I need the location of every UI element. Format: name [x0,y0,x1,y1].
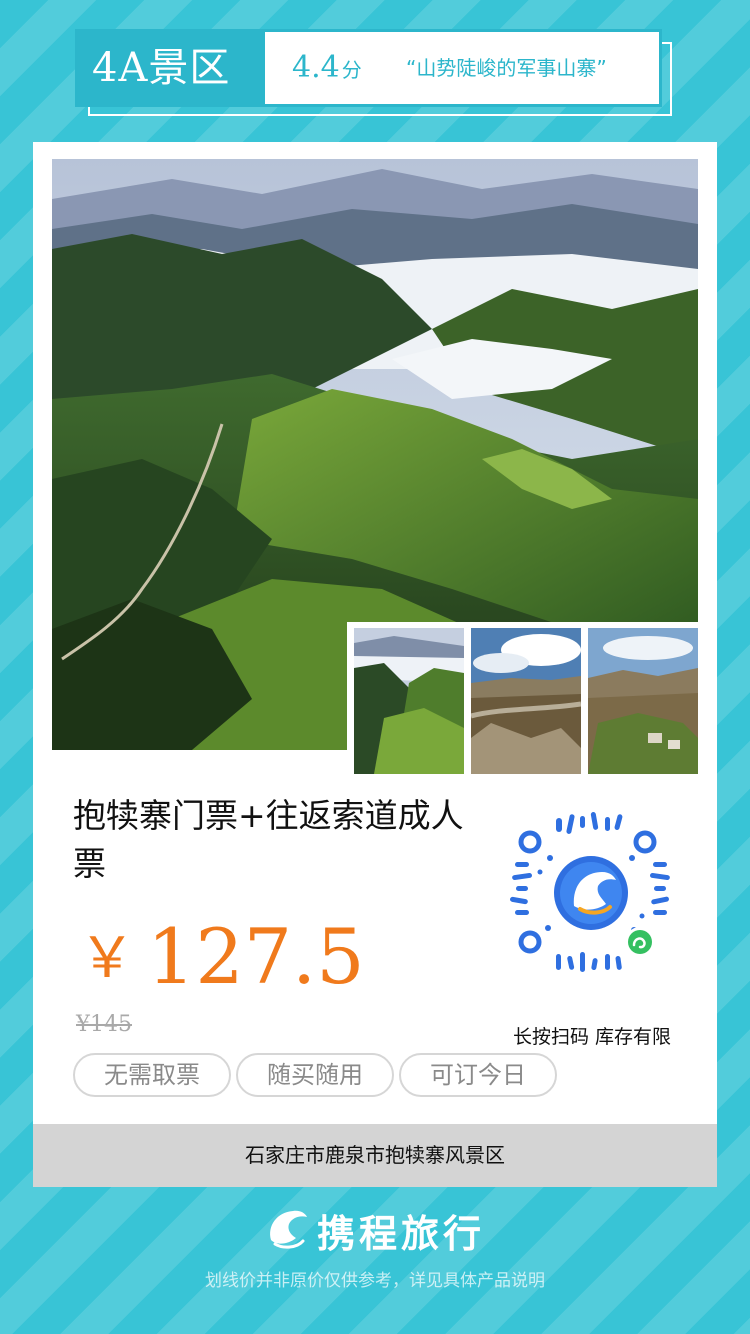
brand-footer: 携程旅行 [0,1202,750,1258]
thumbnail-village-hills[interactable] [588,628,698,774]
price-disclaimer: 划线价并非原价仅供参考，详见具体产品说明 [205,1271,545,1291]
tag-book-today: 可订今日 [399,1053,557,1097]
tag-use-immediately: 随买随用 [236,1053,394,1097]
thumbnail-mountain-cloud[interactable] [354,628,464,774]
currency-symbol: ￥ [79,926,135,991]
price-value: 127.5 [147,912,365,1001]
original-price: ¥145 [76,1012,132,1037]
thumbnail-strip [347,622,699,774]
rating-value: 4.4 [292,50,340,85]
product-card: 抱犊寨门票+往返索道成人票 ￥ 127.5 ¥145 无需取票 随买随用 可订今日 [33,142,717,1187]
scenic-level-badge: 4A景区 [78,32,265,104]
header-tag: 4A景区 4.4 分 “山势陡峻的军事山寨” [75,29,662,107]
product-title: 抱犊寨门票+往返索道成人票 [73,796,464,883]
thumbnail-great-wall-cliff[interactable] [471,628,581,774]
mini-program-qr-code[interactable] [510,812,672,974]
scenic-quote: “山势陡峻的军事山寨” [406,56,607,80]
location-bar: 石家庄市鹿泉市抱犊寨风景区 [33,1124,717,1187]
rating-score: 4.4 分 [292,32,362,104]
brand-name: 携程旅行 [316,1211,485,1256]
rating-unit: 分 [341,58,362,82]
tag-no-ticket-pickup: 无需取票 [73,1053,231,1097]
scan-hint: 长按扫码 库存有限 [512,1026,671,1048]
dolphin-logo-icon [265,1206,311,1254]
price: ￥ 127.5 [79,912,365,1004]
